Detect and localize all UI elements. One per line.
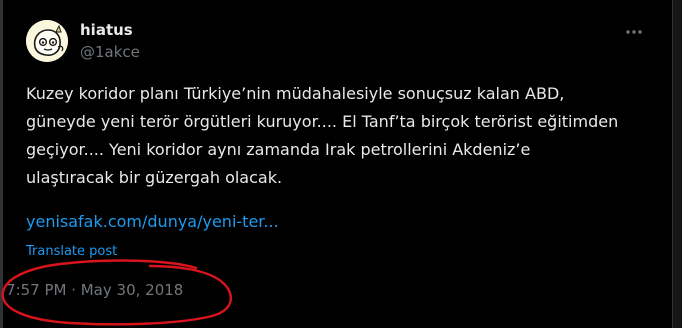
author-handle[interactable]: @1akce: [80, 42, 140, 62]
right-scroll-gutter: [672, 0, 682, 328]
more-horizontal-icon: [626, 30, 642, 34]
translate-post-link[interactable]: Translate post: [26, 243, 117, 261]
tweet-text-line: Kuzey koridor planı Türkiye’nin müdahale…: [26, 84, 565, 103]
tweet-detail-view: hiatus @1akce Kuzey koridor planı Türkiy…: [0, 0, 682, 328]
avatar[interactable]: [26, 20, 68, 62]
doodle-avatar-icon: [26, 20, 68, 62]
tweet-text: Kuzey koridor planı Türkiye’nin müdahale…: [26, 80, 656, 192]
tweet-text-line: ulaştıracak bir güzergah olacak.: [26, 168, 283, 187]
more-options-button[interactable]: [620, 22, 648, 42]
author-name[interactable]: hiatus: [80, 20, 133, 40]
tweet-text-line: güneyde yeni terör örgütleri kuruyor....…: [26, 112, 619, 131]
right-border: [672, 0, 673, 328]
tweet-timestamp[interactable]: 7:57 PM · May 30, 2018: [6, 280, 183, 300]
tweet-text-line: geçiyor.... Yeni koridor aynı zamanda Ir…: [26, 140, 531, 159]
left-border: [0, 0, 3, 328]
tweet-link[interactable]: yenisafak.com/dunya/yeni-ter...: [26, 208, 279, 236]
